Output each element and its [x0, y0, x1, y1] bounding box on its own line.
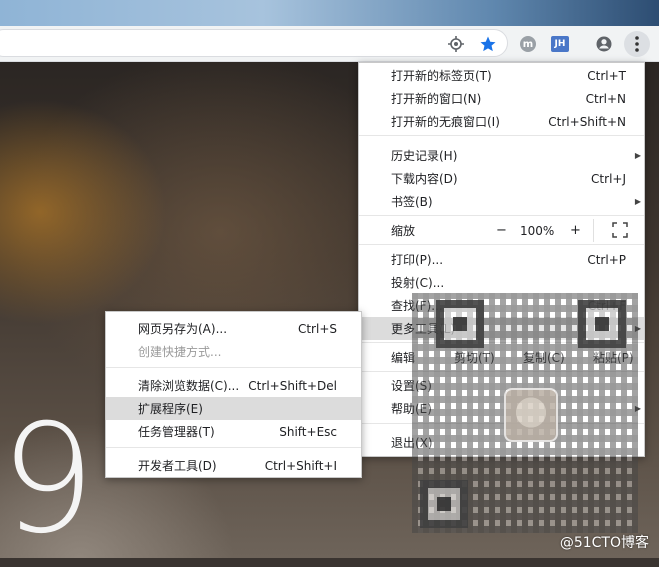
bookmark-star-icon[interactable]	[478, 34, 498, 54]
menu-item-label: 帮助(E)	[391, 402, 432, 416]
menu-item-shortcut: Ctrl+Shift+N	[548, 114, 626, 129]
submenu-arrow-icon: ▶	[634, 404, 641, 413]
menu-item-incognito[interactable]: 打开新的无痕窗口(I) Ctrl+Shift+N	[359, 110, 644, 133]
menu-item-shortcut: Ctrl+J	[591, 171, 626, 186]
browser-toolbar: m JH	[0, 26, 659, 62]
qr-finder-bottom-left	[420, 480, 468, 528]
menu-item-shortcut: Ctrl+P	[587, 252, 626, 267]
edit-label: 编辑	[391, 351, 416, 365]
menu-item-shortcut: Shift+Esc	[279, 424, 337, 439]
menu-item-bookmarks[interactable]: 书签(B) ▶	[359, 190, 644, 213]
zoom-divider	[593, 219, 594, 242]
menu-item-label: 创建快捷方式...	[138, 345, 222, 359]
qr-finder-top-right	[578, 300, 626, 348]
profile-icon[interactable]	[594, 34, 614, 54]
submenu-item-create-shortcut[interactable]: 创建快捷方式...	[106, 340, 361, 363]
zoom-label: 缩放	[391, 224, 416, 238]
menu-item-label: 设置(S)	[391, 379, 432, 393]
submenu-item-extensions[interactable]: 扩展程序(E)	[106, 397, 361, 420]
zoom-out-button[interactable]: −	[496, 223, 507, 238]
chrome-menu-button[interactable]	[624, 31, 650, 57]
extension-m-label: m	[520, 36, 536, 52]
site-watermark: @51CTO博客	[559, 535, 649, 551]
menu-item-label: 历史记录(H)	[391, 149, 458, 163]
submenu-item-clear-browsing-data[interactable]: 清除浏览数据(C)... Ctrl+Shift+Del	[106, 374, 361, 397]
submenu-arrow-icon: ▶	[634, 151, 641, 160]
menu-item-shortcut: Ctrl+T	[587, 68, 626, 83]
menu-item-label: 扩展程序(E)	[138, 402, 203, 416]
chrome-main-menu: 打开新的标签页(T) Ctrl+T 打开新的窗口(N) Ctrl+N 打开新的无…	[358, 62, 645, 457]
submenu-arrow-icon: ▶	[634, 324, 641, 333]
menu-separator	[106, 367, 361, 368]
extension-jh-icon[interactable]: JH	[550, 34, 570, 54]
menu-item-label: 投射(C)...	[391, 276, 445, 290]
menu-item-label: 打印(P)...	[391, 253, 444, 267]
menu-item-label: 打开新的窗口(N)	[391, 92, 482, 106]
menu-separator	[106, 447, 361, 448]
fullscreen-icon[interactable]	[612, 222, 628, 242]
zoom-level: 100%	[520, 223, 555, 238]
location-icon[interactable]	[446, 34, 466, 54]
menu-item-shortcut: Ctrl+Shift+Del	[248, 378, 337, 393]
menu-item-new-tab[interactable]: 打开新的标签页(T) Ctrl+T	[359, 64, 644, 87]
menu-item-history[interactable]: 历史记录(H) ▶	[359, 144, 644, 167]
paste-button[interactable]: 粘贴(P)	[593, 346, 634, 369]
menu-item-label: 书签(B)	[391, 195, 433, 209]
menu-item-label: 开发者工具(D)	[138, 459, 217, 473]
address-bar[interactable]	[0, 29, 508, 57]
more-tools-submenu: 网页另存为(A)... Ctrl+S 创建快捷方式... 清除浏览数据(C)..…	[105, 311, 362, 478]
menu-item-shortcut: Ctrl+Shift+I	[264, 458, 337, 473]
extension-m-icon[interactable]: m	[518, 34, 538, 54]
copy-button[interactable]: 复制(C)	[523, 346, 565, 369]
menu-item-downloads[interactable]: 下载内容(D) Ctrl+J	[359, 167, 644, 190]
menu-separator	[359, 135, 644, 136]
menu-zoom-row: 缩放 − 100% +	[359, 219, 644, 242]
tab-strip	[0, 0, 659, 26]
menu-item-label: 任务管理器(T)	[138, 425, 215, 439]
menu-item-label: 查找(F)...	[391, 299, 443, 313]
background-number: 9	[0, 393, 96, 567]
zoom-in-button[interactable]: +	[570, 223, 581, 238]
menu-item-settings[interactable]: 设置(S)	[359, 374, 644, 397]
extension-jh-label: JH	[551, 36, 569, 52]
menu-separator	[359, 423, 644, 424]
submenu-item-task-manager[interactable]: 任务管理器(T) Shift+Esc	[106, 420, 361, 443]
menu-item-shortcut: Ctrl+N	[585, 91, 626, 106]
menu-item-print[interactable]: 打印(P)... Ctrl+P	[359, 248, 644, 271]
menu-separator	[359, 371, 644, 372]
menu-item-label: 退出(X)	[391, 436, 433, 450]
menu-separator	[359, 215, 644, 216]
menu-item-label: 下载内容(D)	[391, 172, 458, 186]
menu-item-label: 清除浏览数据(C)...	[138, 379, 240, 393]
menu-item-label: 打开新的无痕窗口(I)	[391, 115, 500, 129]
submenu-item-save-page[interactable]: 网页另存为(A)... Ctrl+S	[106, 317, 361, 340]
menu-edit-row: 编辑 剪切(T) 复制(C) 粘贴(P)	[359, 346, 644, 369]
menu-item-cast[interactable]: 投射(C)...	[359, 271, 644, 294]
menu-item-new-window[interactable]: 打开新的窗口(N) Ctrl+N	[359, 87, 644, 110]
submenu-arrow-icon: ▶	[634, 197, 641, 206]
submenu-item-developer-tools[interactable]: 开发者工具(D) Ctrl+Shift+I	[106, 454, 361, 477]
qr-finder-top-left	[436, 300, 484, 348]
menu-item-label: 网页另存为(A)...	[138, 322, 228, 336]
qr-logo-image	[504, 388, 558, 442]
cut-button[interactable]: 剪切(T)	[454, 346, 495, 369]
menu-separator	[359, 244, 644, 245]
menu-item-label: 打开新的标签页(T)	[391, 69, 492, 83]
menu-item-exit[interactable]: 退出(X)	[359, 431, 644, 454]
menu-item-shortcut: Ctrl+S	[297, 321, 337, 336]
menu-item-help[interactable]: 帮助(E) ▶	[359, 397, 644, 420]
